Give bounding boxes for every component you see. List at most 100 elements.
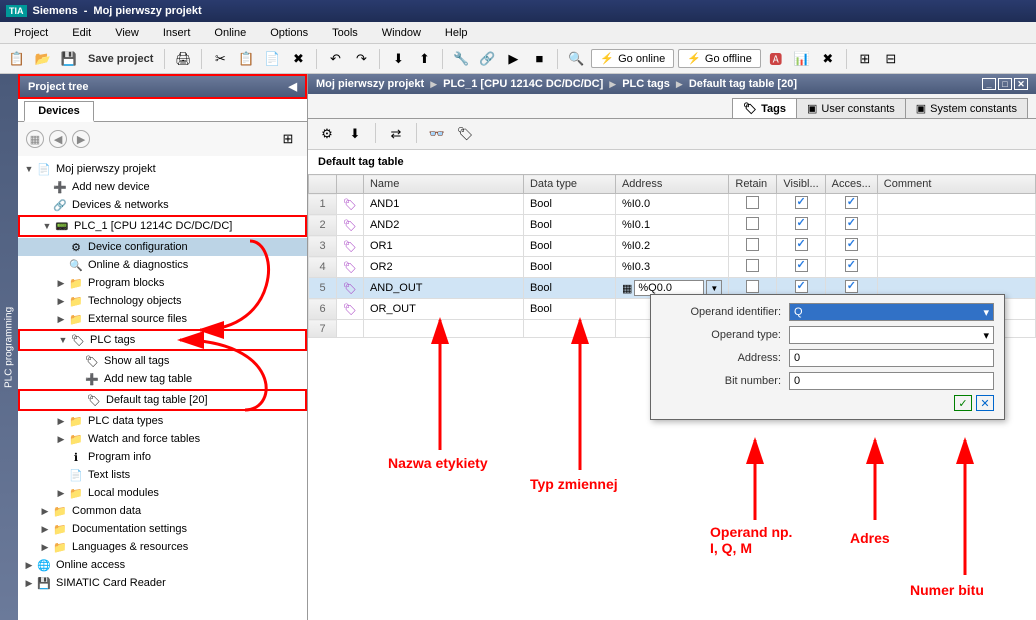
checkbox[interactable] — [795, 259, 808, 272]
t1-icon[interactable]: 🅰 — [765, 48, 787, 70]
checkbox[interactable] — [845, 259, 858, 272]
tree-item[interactable]: ▶📁Common data — [18, 502, 307, 520]
cut-icon[interactable]: ✂ — [209, 48, 231, 70]
cell-name[interactable]: OR_OUT — [363, 299, 523, 320]
cell-datatype[interactable]: Bool — [523, 194, 615, 215]
menu-options[interactable]: Options — [260, 25, 318, 41]
menu-help[interactable]: Help — [435, 25, 478, 41]
checkbox[interactable] — [845, 196, 858, 209]
ex3-icon[interactable]: 👓 — [426, 123, 448, 145]
tab-system-constants[interactable]: ▣System constants — [905, 98, 1028, 118]
col-header[interactable]: Comment — [877, 175, 1035, 194]
col-header[interactable] — [337, 175, 364, 194]
col-header[interactable]: Name — [363, 175, 523, 194]
save-project-label[interactable]: Save project — [84, 53, 157, 65]
expander-icon[interactable]: ▶ — [40, 542, 50, 553]
crumb-0[interactable]: Moj pierwszy projekt — [316, 78, 424, 90]
download-icon[interactable]: ⬆ — [413, 48, 435, 70]
checkbox[interactable] — [746, 259, 759, 272]
min-icon[interactable]: _ — [982, 78, 996, 90]
cell-comment[interactable] — [877, 215, 1035, 236]
menu-tools[interactable]: Tools — [322, 25, 368, 41]
checkbox[interactable] — [845, 238, 858, 251]
t3-icon[interactable]: ✖ — [817, 48, 839, 70]
tree-item[interactable]: ▶📁Local modules — [18, 484, 307, 502]
expander-icon[interactable]: ▼ — [58, 335, 68, 345]
ex1-icon[interactable]: ⬇ — [344, 123, 366, 145]
open-project-icon[interactable]: 📂 — [32, 48, 54, 70]
checkbox[interactable] — [795, 280, 808, 293]
hw-config-icon[interactable]: 🔧 — [450, 48, 472, 70]
new-project-icon[interactable]: 📋 — [6, 48, 28, 70]
tab-user-constants[interactable]: ▣User constants — [796, 98, 906, 118]
close-icon[interactable]: ✕ — [1014, 78, 1028, 90]
network-icon[interactable]: 🔗 — [476, 48, 498, 70]
tree-fwd-icon[interactable]: ▶ — [72, 130, 90, 148]
col-header[interactable]: Acces... — [825, 175, 877, 194]
undo-icon[interactable]: ↶ — [324, 48, 346, 70]
cell-name[interactable]: OR2 — [363, 257, 523, 278]
menu-project[interactable]: Project — [4, 25, 58, 41]
go-online-button[interactable]: ⚡Go online — [591, 49, 674, 68]
crumb-2[interactable]: PLC tags — [622, 78, 670, 90]
menu-insert[interactable]: Insert — [153, 25, 201, 41]
expander-icon[interactable]: ▶ — [56, 434, 66, 445]
tree-item[interactable]: 🔗Devices & networks — [18, 196, 307, 214]
popup-ok-icon[interactable]: ✓ — [954, 395, 972, 411]
search-icon[interactable]: 🔍 — [565, 48, 587, 70]
operand-id-select[interactable]: Q▾ — [789, 303, 994, 321]
expander-icon[interactable]: ▶ — [56, 488, 66, 499]
tab-tags[interactable]: 🏷Tags — [732, 98, 797, 118]
crumb-1[interactable]: PLC_1 [CPU 1214C DC/DC/DC] — [443, 78, 603, 90]
expander-icon[interactable]: ▶ — [40, 524, 50, 535]
go-offline-button[interactable]: ⚡Go offline — [678, 49, 761, 68]
tree-item[interactable]: 📄Text lists — [18, 466, 307, 484]
t4-icon[interactable]: ⊞ — [854, 48, 876, 70]
t5-icon[interactable]: ⊟ — [880, 48, 902, 70]
cell-comment[interactable] — [877, 194, 1035, 215]
tree-item[interactable]: ▼📄Moj pierwszy projekt — [18, 160, 307, 178]
tree-view-icon[interactable]: ⊞ — [277, 128, 299, 150]
tree-item[interactable]: ▶📁Watch and force tables — [18, 430, 307, 448]
save-icon[interactable]: 💾 — [58, 48, 80, 70]
cell-comment[interactable] — [877, 236, 1035, 257]
table-row[interactable]: 3🏷OR1Bool%I0.2 — [309, 236, 1036, 257]
copy-icon[interactable]: 📋 — [235, 48, 257, 70]
table-row[interactable]: 1🏷AND1Bool%I0.0 — [309, 194, 1036, 215]
checkbox[interactable] — [845, 217, 858, 230]
ex2-icon[interactable]: ⇄ — [385, 123, 407, 145]
crumb-3[interactable]: Default tag table [20] — [689, 78, 797, 90]
tree-item[interactable]: 🏷Default tag table [20] — [20, 391, 305, 409]
t2-icon[interactable]: 📊 — [791, 48, 813, 70]
col-header[interactable]: Visibl... — [777, 175, 825, 194]
print-icon[interactable]: 🖨 — [172, 48, 194, 70]
checkbox[interactable] — [746, 217, 759, 230]
cell-datatype[interactable]: Bool — [523, 215, 615, 236]
expander-icon[interactable]: ▶ — [56, 296, 66, 307]
address-input[interactable] — [789, 349, 994, 367]
bit-number-input[interactable] — [789, 372, 994, 390]
operand-type-select[interactable]: ▾ — [789, 326, 994, 344]
cell-name[interactable]: AND2 — [363, 215, 523, 236]
tree-item[interactable]: ▼📟PLC_1 [CPU 1214C DC/DC/DC] — [20, 217, 305, 235]
expander-icon[interactable]: ▶ — [40, 506, 50, 517]
sim-icon[interactable]: ▶ — [502, 48, 524, 70]
tree-item[interactable]: ▶📁External source files — [18, 310, 307, 328]
col-header[interactable] — [309, 175, 337, 194]
checkbox[interactable] — [795, 238, 808, 251]
filter-icon[interactable]: ⚙ — [316, 123, 338, 145]
col-header[interactable]: Data type — [523, 175, 615, 194]
tree-item[interactable]: ▶🌐Online access — [18, 556, 307, 574]
col-header[interactable]: Retain — [729, 175, 777, 194]
tree-back-icon[interactable]: ◀ — [49, 130, 67, 148]
plc-programming-strip[interactable]: PLC programming — [0, 74, 18, 620]
collapse-tree-icon[interactable]: ◀ — [289, 80, 297, 93]
cell-name[interactable]: OR1 — [363, 236, 523, 257]
ex4-icon[interactable]: 🏷 — [454, 123, 476, 145]
cell-name[interactable]: AND1 — [363, 194, 523, 215]
tree-item[interactable]: ▶📁Program blocks — [18, 274, 307, 292]
tree-item[interactable]: ℹProgram info — [18, 448, 307, 466]
cell-datatype[interactable] — [523, 320, 615, 338]
tree-item[interactable]: 🔍Online & diagnostics — [18, 256, 307, 274]
menu-edit[interactable]: Edit — [62, 25, 101, 41]
